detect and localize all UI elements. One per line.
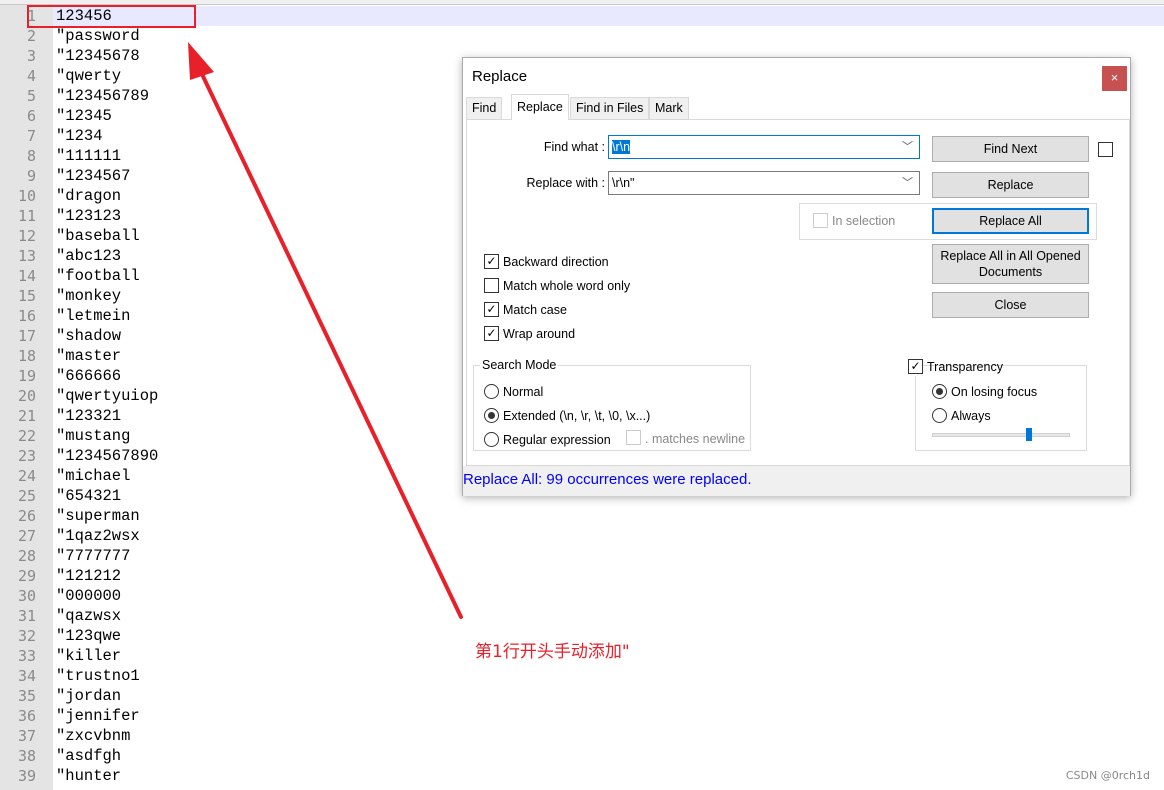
chevron-down-icon[interactable]: ﹀: [902, 136, 913, 158]
dialog-title: Replace: [472, 68, 528, 85]
tab-replace[interactable]: Replace: [511, 94, 569, 120]
backward-direction-label: Backward direction: [503, 255, 609, 269]
watermark: CSDN @0rch1d: [1065, 769, 1150, 782]
replace-all-opened-button[interactable]: Replace All in All Opened Documents: [932, 244, 1089, 284]
replace-with-label: Replace with :: [526, 176, 605, 190]
replace-value: \r\n": [612, 176, 635, 190]
transparency-slider[interactable]: [932, 433, 1070, 437]
regex-label: Regular expression: [503, 433, 611, 447]
always-radio[interactable]: [932, 408, 947, 423]
extra-checkbox[interactable]: [1098, 142, 1113, 157]
match-whole-word-label: Match whole word only: [503, 279, 631, 293]
normal-radio[interactable]: [484, 384, 499, 399]
wrap-around-checkbox[interactable]: ✓: [484, 326, 499, 341]
always-label: Always: [951, 409, 991, 423]
annotation-text: 第1行开头手动添加": [475, 642, 630, 662]
wrap-around-label: Wrap around: [503, 327, 576, 341]
status-bar: Replace All: 99 occurrences were replace…: [463, 466, 1130, 496]
tab-mark[interactable]: Mark: [649, 97, 689, 119]
matches-newline-label: . matches newline: [645, 432, 745, 446]
match-whole-word-checkbox[interactable]: [484, 278, 499, 293]
tab-find[interactable]: Find: [466, 97, 503, 119]
slider-thumb[interactable]: [1025, 428, 1032, 441]
regex-radio[interactable]: [484, 432, 499, 447]
normal-label: Normal: [503, 385, 544, 399]
close-icon[interactable]: ×: [1102, 66, 1127, 91]
on-losing-focus-radio[interactable]: [932, 384, 947, 399]
on-losing-focus-label: On losing focus: [951, 385, 1038, 399]
match-case-label: Match case: [503, 303, 567, 317]
replace-all-button[interactable]: Replace All: [932, 208, 1089, 234]
extended-radio[interactable]: [484, 408, 499, 423]
tab-find-in-files[interactable]: Find in Files: [570, 97, 650, 119]
in-selection-label: In selection: [832, 214, 896, 228]
find-what-label: Find what :: [543, 140, 605, 154]
in-selection-checkbox[interactable]: [813, 213, 828, 228]
transparency-label: Transparency: [927, 360, 1003, 374]
replace-dialog: Replace × Find Replace Find in Files Mar…: [462, 57, 1131, 496]
find-value: \r\n: [612, 140, 631, 154]
backward-direction-checkbox[interactable]: ✓: [484, 254, 499, 269]
replace-with-input[interactable]: \r\n" ﹀: [608, 171, 920, 195]
chevron-down-icon[interactable]: ﹀: [902, 172, 913, 194]
matches-newline-checkbox[interactable]: [626, 430, 641, 445]
match-case-checkbox[interactable]: ✓: [484, 302, 499, 317]
find-next-button[interactable]: Find Next: [932, 136, 1089, 162]
close-button[interactable]: Close: [932, 292, 1089, 318]
transparency-checkbox[interactable]: ✓: [908, 359, 923, 374]
extended-label: Extended (\n, \r, \t, \0, \x...): [503, 409, 651, 423]
replace-button[interactable]: Replace: [932, 172, 1089, 198]
search-mode-title: Search Mode: [480, 358, 559, 372]
find-what-input[interactable]: \r\n ﹀: [608, 135, 920, 159]
